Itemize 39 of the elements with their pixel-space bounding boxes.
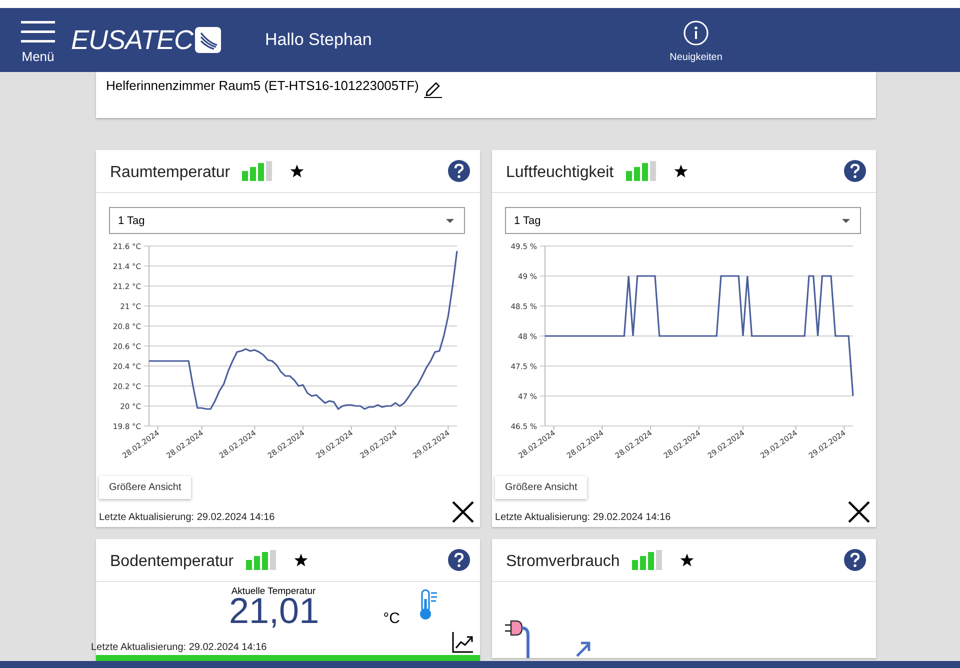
star-icon[interactable] <box>680 553 694 567</box>
signal-icon <box>632 550 662 570</box>
logo-icon <box>195 27 222 53</box>
period-select[interactable]: 1 Tag <box>109 207 465 234</box>
period-select[interactable]: 1 Tag <box>505 207 861 234</box>
star-icon[interactable] <box>290 164 304 178</box>
widget-title: Luftfeuchtigkeit <box>506 164 614 182</box>
unit-text: °C <box>383 610 400 627</box>
menu-icon <box>21 20 55 42</box>
last-update-text: Letzte Aktualisierung: 29.02.2024 14:16 <box>91 642 267 653</box>
star-icon[interactable] <box>294 553 308 567</box>
widget-title: Bodentemperatur <box>110 552 234 570</box>
device-name: Helferinnenzimmer Raum5 (ET-HTS16-101223005TF) <box>106 78 419 93</box>
star-icon[interactable] <box>674 164 688 178</box>
help-icon[interactable] <box>448 160 470 182</box>
caret-icon <box>842 218 850 222</box>
last-update-text: Letzte Aktualisierung: 29.02.2024 14:16 <box>495 512 671 523</box>
help-icon[interactable] <box>844 549 866 571</box>
close-icon[interactable] <box>848 501 870 523</box>
arrow-icon <box>574 640 592 658</box>
thermometer-icon <box>418 589 438 621</box>
signal-icon <box>246 550 276 570</box>
info-icon <box>683 20 709 46</box>
last-update-text: Letzte Aktualisierung: 29.02.2024 14:16 <box>99 512 275 523</box>
larger-view-button[interactable]: Größere Ansicht <box>495 476 588 499</box>
trend-chart-icon[interactable] <box>452 631 474 653</box>
caret-icon <box>446 218 454 222</box>
widget-title: Stromverbrauch <box>506 552 620 570</box>
greeting-text: Hallo Stephan <box>265 30 372 50</box>
menu-button[interactable]: Menü <box>21 16 55 64</box>
close-icon[interactable] <box>452 501 474 523</box>
larger-view-button[interactable]: Größere Ansicht <box>99 476 192 499</box>
widget-title: Raumtemperatur <box>110 164 230 182</box>
help-icon[interactable] <box>448 549 470 571</box>
signal-icon <box>242 161 272 181</box>
logo-text: EUSATEC <box>71 24 194 56</box>
signal-icon <box>626 161 656 181</box>
news-button[interactable]: Neuigkeiten <box>650 20 742 63</box>
help-icon[interactable] <box>844 160 866 182</box>
